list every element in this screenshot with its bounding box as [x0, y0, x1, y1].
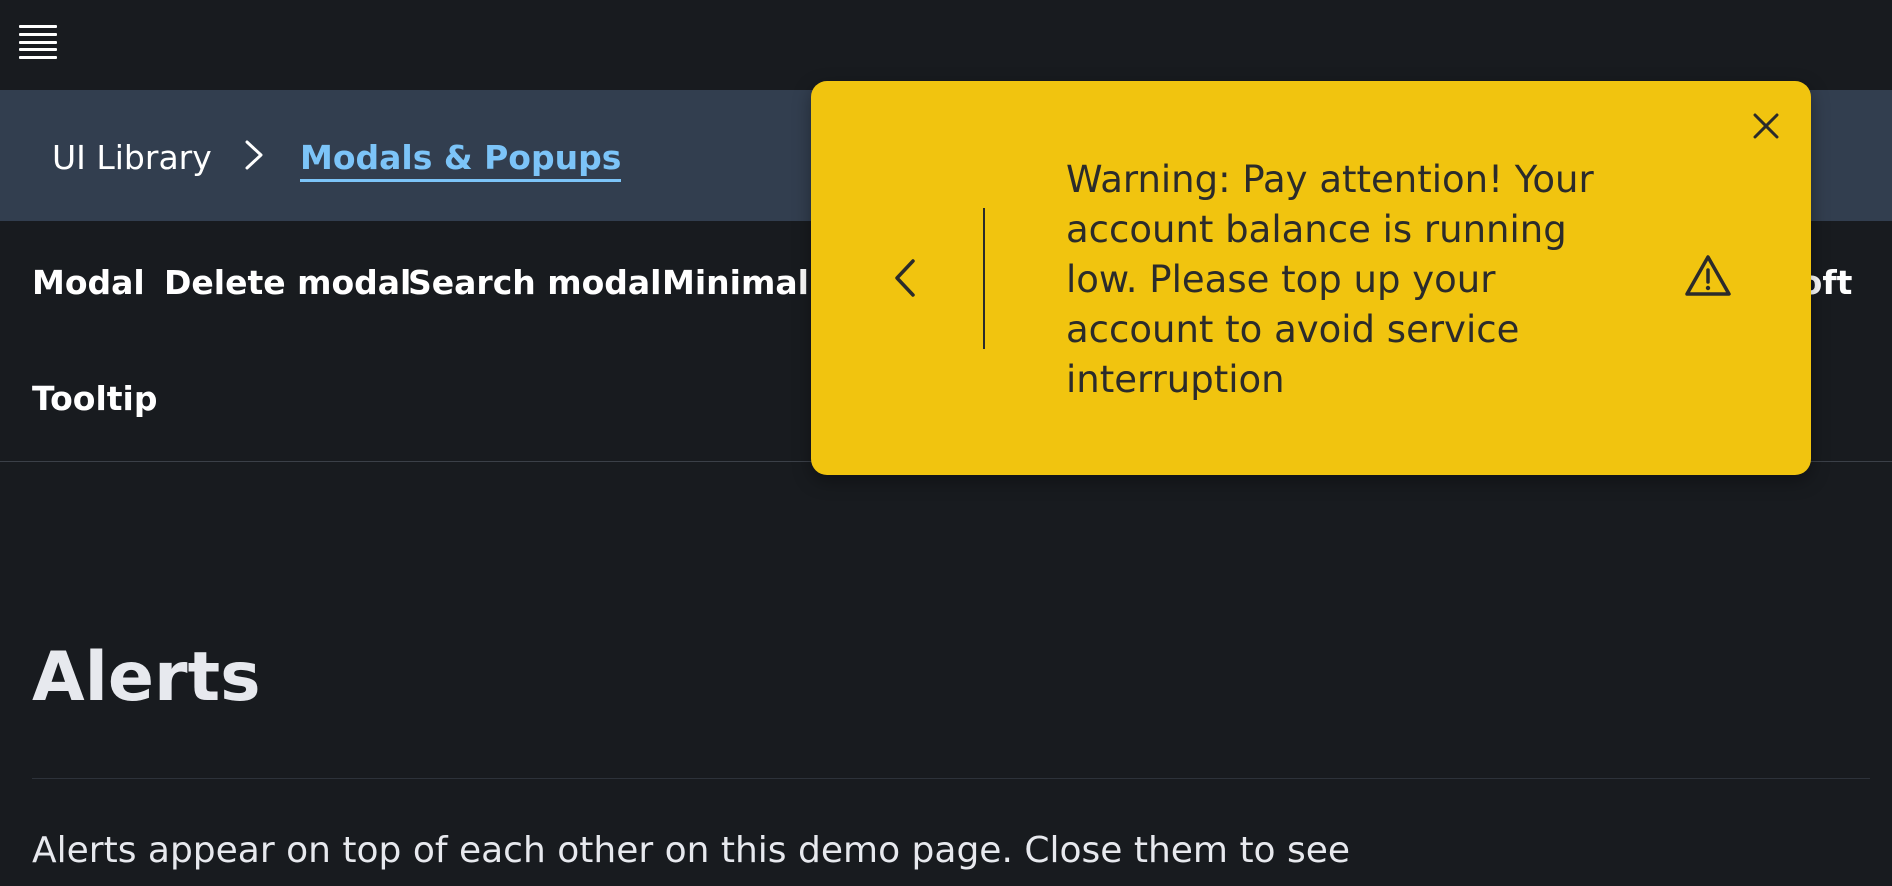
page-title: Alerts — [32, 638, 261, 717]
menu-bar — [19, 25, 57, 28]
breadcrumb-current-link[interactable]: Modals & Popups — [300, 138, 622, 182]
chevron-left-icon[interactable] — [891, 253, 919, 303]
menu-bar — [19, 40, 57, 44]
top-bar — [0, 0, 1892, 90]
close-icon[interactable] — [1751, 111, 1781, 141]
intro-text: Alerts appear on top of each other on th… — [32, 830, 1351, 871]
menu-bar — [19, 56, 57, 59]
alert-divider — [983, 208, 985, 349]
section-divider — [32, 778, 1870, 779]
menu-bar — [19, 32, 57, 36]
breadcrumb-root-link[interactable]: UI Library — [52, 138, 212, 177]
tab-search-modal[interactable]: Search modal — [408, 263, 662, 302]
warning-alert: Warning: Pay attention! Your account bal… — [811, 81, 1811, 475]
hamburger-menu-icon[interactable] — [19, 25, 57, 59]
tab-modal[interactable]: Modal — [32, 263, 145, 302]
alert-message: Warning: Pay attention! Your account bal… — [1066, 158, 1594, 401]
menu-bar — [19, 48, 57, 52]
tab-tooltip[interactable]: Tooltip — [32, 379, 158, 418]
tab-delete-modal[interactable]: Delete modal — [164, 263, 411, 302]
chevron-right-icon — [242, 138, 266, 172]
warning-triangle-icon — [1683, 253, 1733, 299]
